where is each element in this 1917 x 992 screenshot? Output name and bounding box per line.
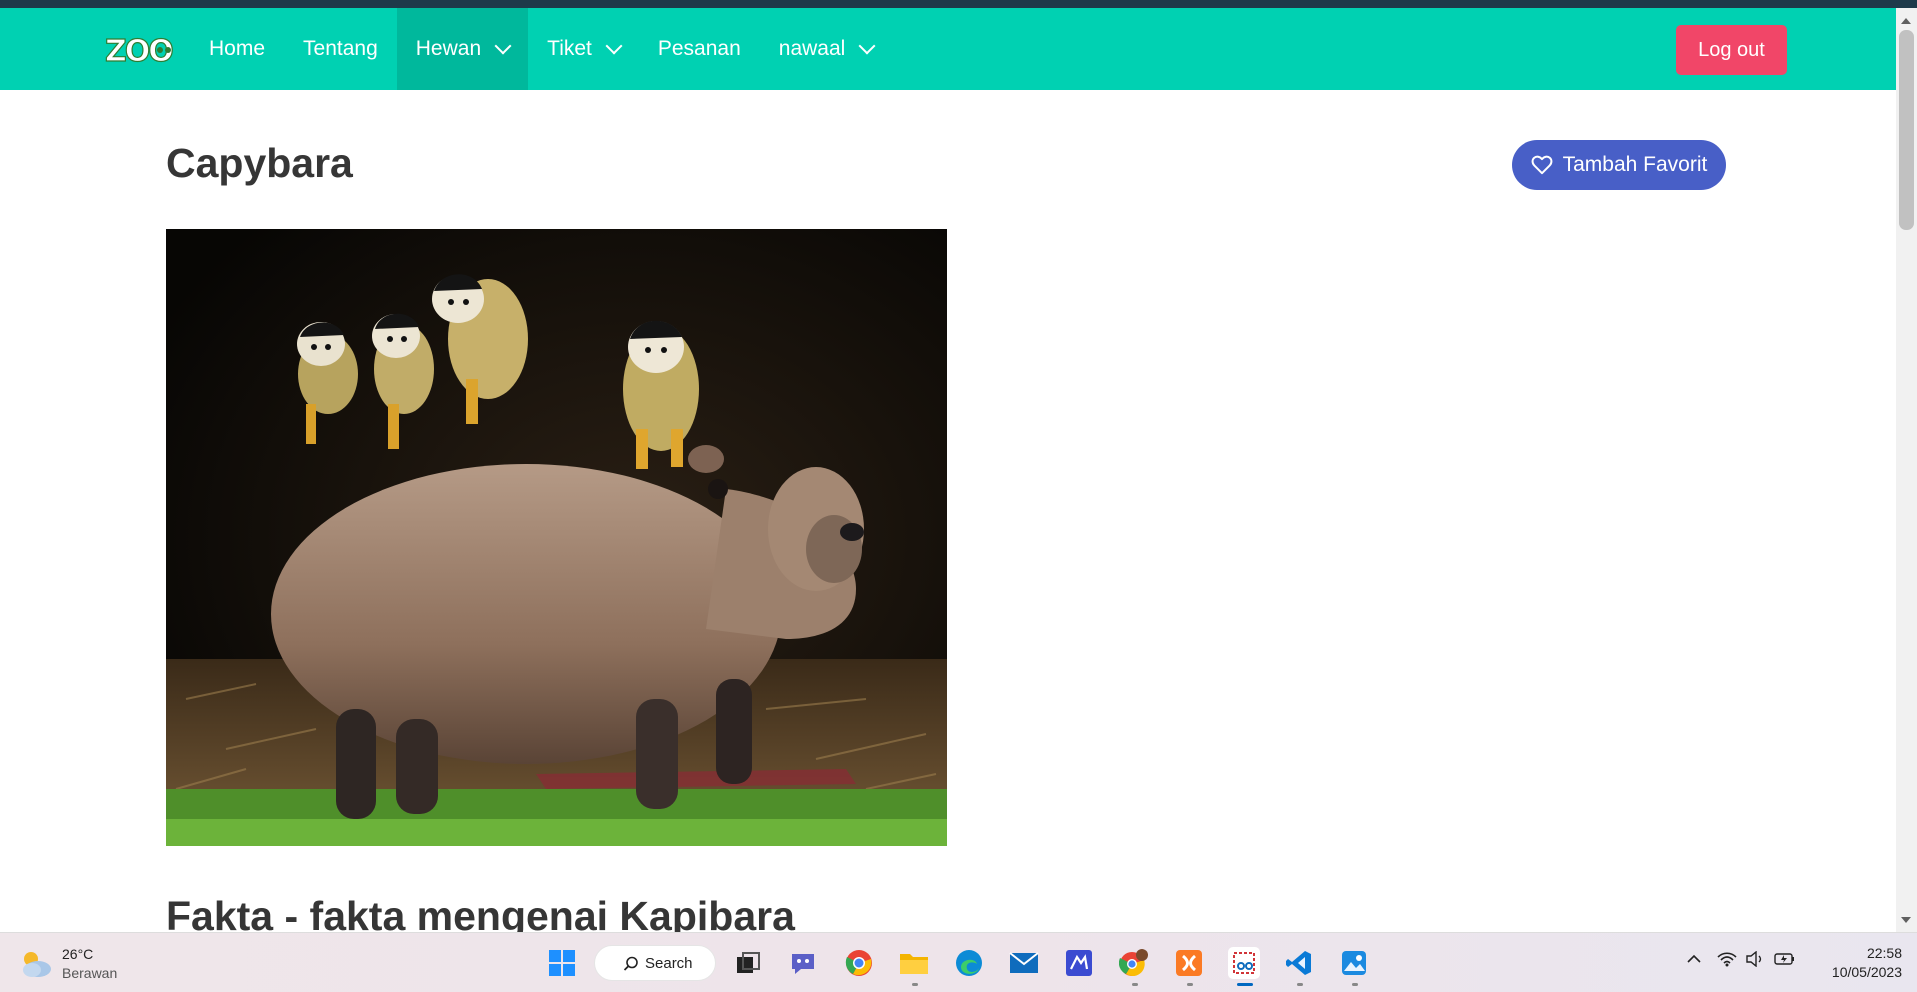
nav-pesanan-label: Pesanan	[657, 37, 741, 60]
snipping-tool-icon[interactable]	[1228, 947, 1260, 979]
vscode-like-icon[interactable]	[1063, 947, 1095, 979]
xampp-icon[interactable]	[1173, 947, 1205, 979]
chevron-down-icon	[605, 37, 623, 54]
heart-outline-icon	[1531, 155, 1553, 175]
clock-date: 10/05/2023	[1831, 964, 1902, 980]
search-icon	[623, 956, 638, 971]
animal-photo	[166, 229, 947, 846]
app-running-indicator	[1297, 983, 1303, 986]
active-app-indicator	[1237, 983, 1253, 986]
vscode-icon[interactable]	[1283, 947, 1315, 979]
mail-icon[interactable]	[1008, 947, 1040, 979]
nav-pesanan[interactable]: Pesanan	[639, 8, 760, 90]
app-running-indicator	[1187, 983, 1193, 986]
scroll-down-arrow-icon[interactable]	[1901, 917, 1911, 923]
scrollbar-thumb[interactable]	[1899, 30, 1914, 230]
nav-menu: Home Tentang Hewan Tiket Pesanan nawaal	[190, 8, 892, 90]
navbar: ZOO Home Tentang Hewan Tiket Pesanan naw…	[0, 8, 1896, 90]
nav-user-menu[interactable]: nawaal	[760, 8, 893, 90]
photos-icon[interactable]	[1338, 947, 1370, 979]
chevron-down-icon	[858, 37, 876, 54]
weather-description: Berawan	[62, 965, 118, 981]
weather-widget[interactable]: 26°C Berawan	[18, 945, 117, 983]
taskbar-search-label: Search	[645, 954, 693, 972]
battery-charging-icon[interactable]	[1774, 951, 1796, 972]
scroll-up-arrow-icon[interactable]	[1901, 18, 1911, 24]
nav-tiket-label: Tiket	[547, 37, 592, 60]
nav-hewan-label: Hewan	[415, 37, 482, 60]
taskbar: 26°C Berawan Search 22:58 10/05/2023	[0, 932, 1917, 992]
logout-button[interactable]: Log out	[1676, 25, 1787, 75]
nav-tentang-label: Tentang	[303, 37, 378, 60]
app-running-indicator	[1352, 983, 1358, 986]
app-running-indicator	[1132, 983, 1138, 986]
clock-time: 22:58	[1866, 945, 1902, 961]
browser-top-strip	[0, 0, 1917, 8]
chevron-down-icon	[494, 37, 512, 54]
file-explorer-icon[interactable]	[898, 947, 930, 979]
nav-tiket[interactable]: Tiket	[528, 8, 639, 90]
add-favorite-button[interactable]: Tambah Favorit	[1512, 140, 1726, 190]
app-running-indicator	[912, 983, 918, 986]
taskbar-clock[interactable]: 22:58 10/05/2023	[1816, 944, 1902, 982]
chrome-icon[interactable]	[843, 947, 875, 979]
windows-start-icon[interactable]	[546, 947, 578, 979]
nav-hewan[interactable]: Hewan	[396, 8, 529, 90]
weather-temperature: 26°C	[62, 946, 94, 962]
add-favorite-label: Tambah Favorit	[1562, 153, 1708, 176]
teams-chat-icon[interactable]	[787, 947, 819, 979]
taskbar-search[interactable]: Search	[594, 945, 716, 981]
cloudy-weather-icon	[23, 952, 51, 977]
nav-home-label: Home	[209, 37, 266, 60]
task-view-icon[interactable]	[732, 947, 764, 979]
edge-icon[interactable]	[953, 947, 985, 979]
wifi-icon[interactable]	[1717, 951, 1737, 972]
zoo-logo[interactable]: ZOO	[104, 33, 177, 69]
nav-home[interactable]: Home	[190, 8, 284, 90]
page-title: Capybara	[166, 140, 353, 186]
nav-user-label: nawaal	[778, 37, 846, 60]
nav-tentang[interactable]: Tentang	[284, 8, 397, 90]
volume-icon[interactable]	[1746, 950, 1764, 972]
chevron-up-icon[interactable]	[1686, 951, 1702, 972]
chrome-profile-icon[interactable]	[1118, 947, 1150, 979]
